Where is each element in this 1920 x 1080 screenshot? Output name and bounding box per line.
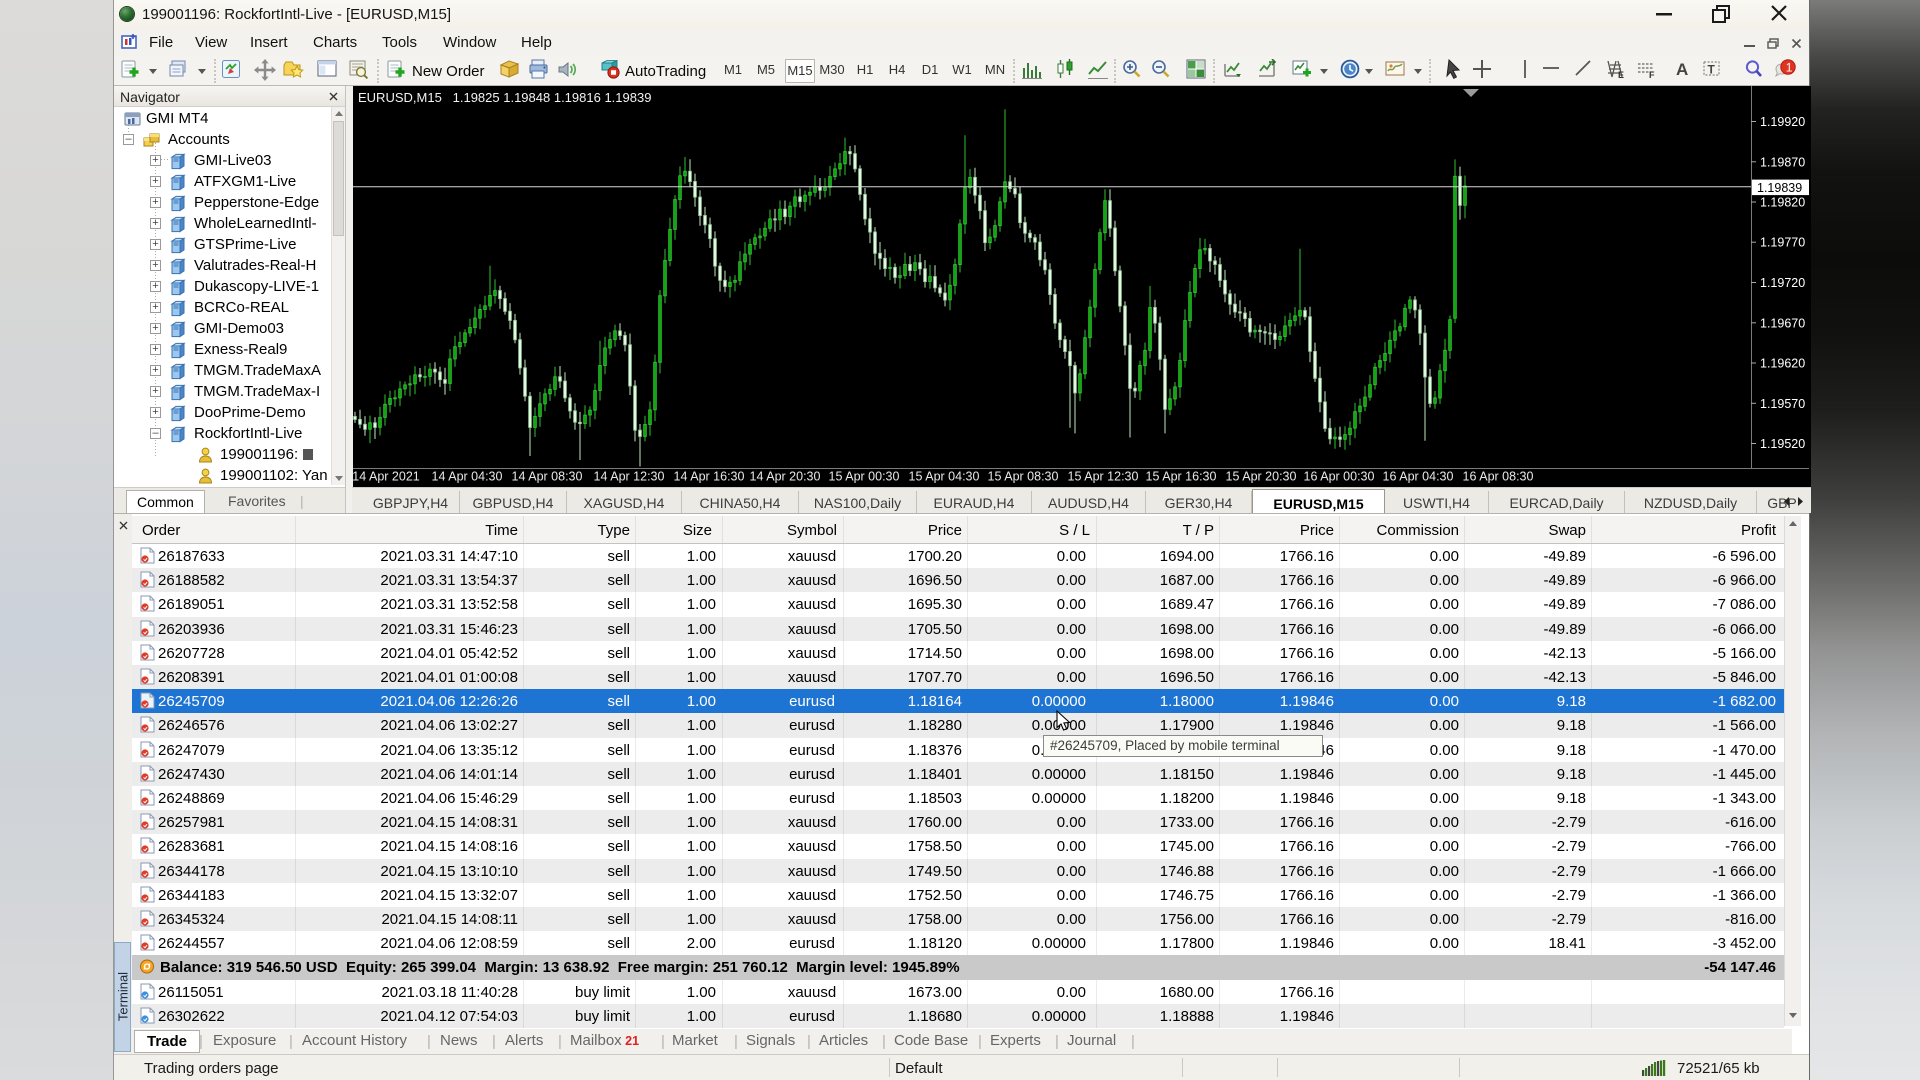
svg-text:1.19520: 1.19520 — [1760, 437, 1805, 451]
svg-text:1.19620: 1.19620 — [1760, 357, 1805, 371]
svg-text:EURUSD,M15 1.19825 1.19848 1: EURUSD,M15 1.19825 1.19848 1.19816 1.198… — [358, 90, 651, 105]
svg-text:1.19839: 1.19839 — [1757, 181, 1802, 195]
svg-text:14 Apr 04:30: 14 Apr 04:30 — [432, 470, 503, 484]
svg-text:15 Apr 00:30: 15 Apr 00:30 — [829, 470, 900, 484]
svg-text:1.19570: 1.19570 — [1760, 397, 1805, 411]
svg-text:14 Apr 2021: 14 Apr 2021 — [353, 470, 420, 484]
svg-text:1.19720: 1.19720 — [1760, 276, 1805, 290]
svg-text:A: A — [1676, 60, 1688, 79]
svg-text:15 Apr 16:30: 15 Apr 16:30 — [1146, 470, 1217, 484]
svg-text:1: 1 — [1786, 60, 1793, 74]
svg-text:15 Apr 04:30: 15 Apr 04:30 — [909, 470, 980, 484]
svg-text:14 Apr 12:30: 14 Apr 12:30 — [594, 470, 665, 484]
svg-text:1.19670: 1.19670 — [1760, 316, 1805, 330]
svg-text:E: E — [1618, 70, 1624, 80]
svg-text:1.19920: 1.19920 — [1760, 115, 1805, 129]
svg-text:1.19820: 1.19820 — [1760, 196, 1805, 210]
svg-text:16 Apr 04:30: 16 Apr 04:30 — [1383, 470, 1454, 484]
svg-text:15 Apr 20:30: 15 Apr 20:30 — [1226, 470, 1297, 484]
svg-text:15 Apr 08:30: 15 Apr 08:30 — [988, 470, 1059, 484]
svg-text:1.19770: 1.19770 — [1760, 236, 1805, 250]
svg-text:F: F — [1649, 70, 1655, 80]
svg-text:1.19870: 1.19870 — [1760, 155, 1805, 169]
svg-text:16 Apr 00:30: 16 Apr 00:30 — [1304, 470, 1375, 484]
svg-text:14 Apr 08:30: 14 Apr 08:30 — [512, 470, 583, 484]
svg-text:T: T — [1708, 63, 1716, 77]
svg-text:15 Apr 12:30: 15 Apr 12:30 — [1068, 470, 1139, 484]
svg-text:14 Apr 16:30: 14 Apr 16:30 — [674, 470, 745, 484]
svg-text:16 Apr 08:30: 16 Apr 08:30 — [1463, 470, 1534, 484]
svg-text:14 Apr 20:30: 14 Apr 20:30 — [750, 470, 821, 484]
